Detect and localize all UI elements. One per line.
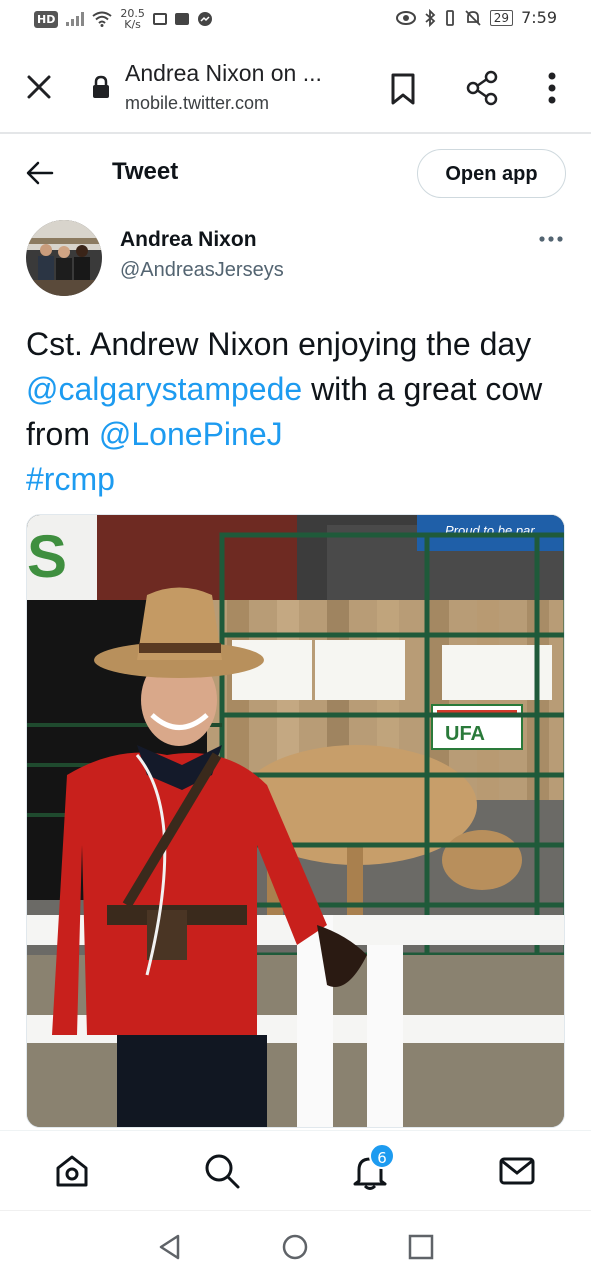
open-app-button[interactable]: Open app bbox=[417, 149, 566, 198]
avatar[interactable] bbox=[26, 220, 102, 296]
notifications-badge: 6 bbox=[369, 1143, 395, 1169]
share-icon[interactable] bbox=[464, 70, 500, 106]
ufa-sign-text: UFA bbox=[445, 723, 485, 745]
tweet-text-part: Cst. Andrew Nixon enjoying the day bbox=[26, 326, 532, 362]
system-home-icon[interactable] bbox=[281, 1233, 309, 1261]
signal-icon bbox=[66, 12, 85, 26]
system-navigation-bar bbox=[0, 1210, 591, 1280]
more-options-icon[interactable] bbox=[538, 232, 564, 246]
tweet-header: Tweet Open app bbox=[0, 136, 591, 212]
eye-icon bbox=[395, 10, 416, 25]
bookmark-icon[interactable] bbox=[388, 72, 418, 106]
battery-indicator: 29 bbox=[489, 9, 514, 26]
message-icon bbox=[152, 13, 167, 25]
wifi-icon bbox=[92, 11, 112, 27]
browser-toolbar: Andrea Nixon on ... mobile.twitter.com bbox=[0, 40, 591, 134]
back-arrow-icon[interactable] bbox=[26, 160, 54, 186]
youtube-icon bbox=[174, 13, 189, 25]
status-bar: HD 20.5 K/s 29 7:59 bbox=[0, 0, 591, 40]
lock-icon bbox=[93, 75, 109, 98]
mention-link-lonepinej[interactable]: @LonePineJ bbox=[99, 416, 283, 452]
left-sign-text: S bbox=[27, 523, 67, 590]
page-title-tweet: Tweet bbox=[112, 158, 179, 185]
system-recents-icon[interactable] bbox=[407, 1233, 435, 1261]
close-icon[interactable] bbox=[24, 72, 54, 102]
network-speed: 20.5 K/s bbox=[120, 7, 145, 31]
bluetooth-icon bbox=[425, 8, 436, 27]
search-icon[interactable] bbox=[202, 1151, 242, 1191]
page-title[interactable]: Andrea Nixon on ... bbox=[125, 60, 322, 87]
clock: 7:59 bbox=[521, 8, 557, 27]
system-back-icon[interactable] bbox=[156, 1233, 184, 1261]
messages-icon[interactable] bbox=[497, 1151, 537, 1191]
tweet-text: Cst. Andrew Nixon enjoying the day @calg… bbox=[26, 322, 566, 502]
vibrate-icon bbox=[445, 9, 454, 26]
home-icon[interactable] bbox=[52, 1151, 92, 1191]
mention-link-calgarystampede[interactable]: @calgarystampede bbox=[26, 371, 302, 407]
author-handle[interactable]: @AndreasJerseys bbox=[120, 259, 284, 282]
mute-bell-icon bbox=[465, 9, 481, 26]
overflow-menu-icon[interactable] bbox=[540, 70, 564, 106]
hd-badge: HD bbox=[34, 10, 59, 28]
tweet-photo[interactable]: S Proud to be par UFA bbox=[26, 514, 565, 1128]
author-name[interactable]: Andrea Nixon bbox=[120, 228, 257, 252]
messenger-icon bbox=[197, 12, 212, 26]
hashtag-link[interactable]: #rcmp bbox=[26, 461, 115, 497]
bottom-navigation: 6 bbox=[0, 1130, 591, 1210]
page-url[interactable]: mobile.twitter.com bbox=[125, 93, 269, 114]
